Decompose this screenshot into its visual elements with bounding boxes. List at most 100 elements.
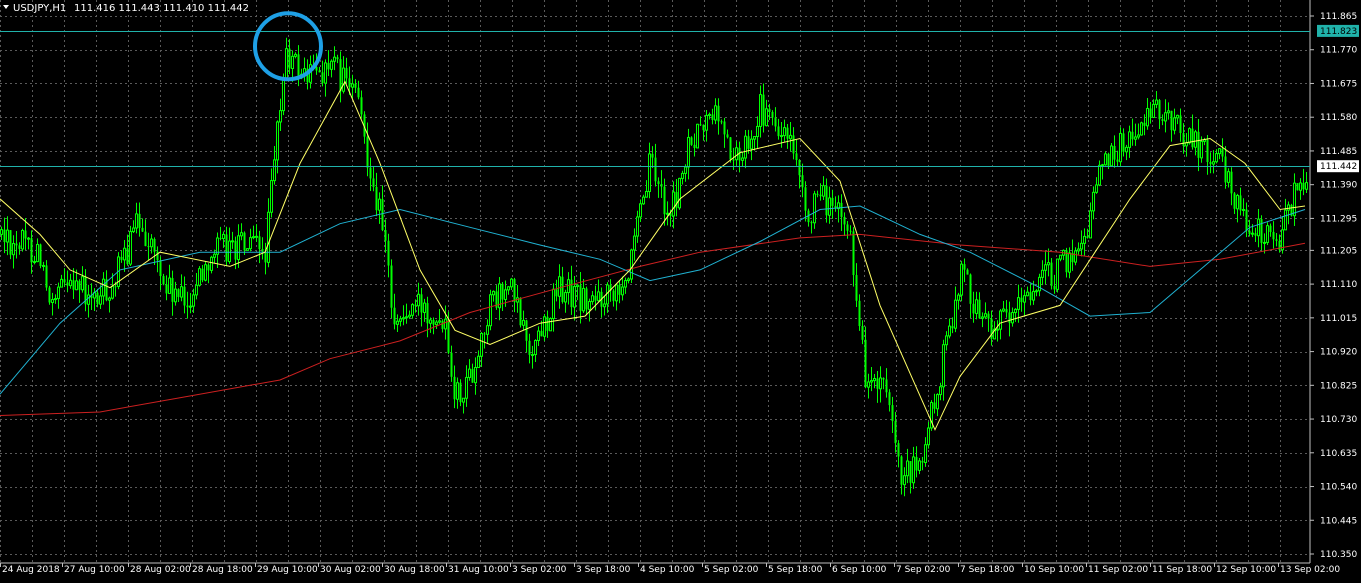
time-tick-label: 3 Sep 02:00 (512, 565, 567, 575)
candle-body-bull (1002, 308, 1005, 312)
candle-body-bear (63, 279, 66, 283)
candle-body-bear (846, 224, 849, 231)
candle-body-bear (909, 461, 912, 483)
candle-body-bear (1296, 183, 1299, 191)
candle-body-bull (57, 286, 60, 300)
candle-body-bull (750, 138, 753, 150)
candle-body-bull (903, 475, 906, 486)
candle-body-bull (741, 157, 744, 161)
candle-body-bear (48, 287, 51, 303)
candle-body-bull (867, 381, 870, 388)
candle-body-bull (636, 216, 639, 237)
candle-body-bear (1269, 225, 1272, 232)
candle-body-bear (594, 295, 597, 301)
candle-body-bear (747, 136, 750, 149)
candle-body-bull (438, 320, 441, 323)
candle-body-bear (1122, 133, 1125, 152)
price-chart[interactable]: 111.865 111.770 111.675 111.580 111.485 111.3… (0, 0, 1361, 583)
candle-body-bear (375, 186, 378, 211)
candle-body-bull (51, 299, 54, 303)
candle-body-bull (195, 284, 198, 296)
time-tick-label: 30 Aug 02:00 (320, 565, 381, 575)
candle-body-bear (387, 240, 390, 266)
candle-body-bull (957, 294, 960, 301)
candle-body-bull (1032, 290, 1035, 301)
candle-body-bull (666, 212, 669, 215)
candle-body-bear (159, 260, 162, 277)
candle-body-bear (726, 134, 729, 138)
candle-body-bear (141, 227, 144, 232)
candle-body-bear (3, 229, 6, 243)
candle-body-bear (1206, 139, 1209, 162)
candle-body-bull (1017, 297, 1020, 310)
candle-body-bull (642, 196, 645, 205)
candle-body-bear (114, 286, 117, 288)
candle-body-bull (582, 287, 585, 312)
candle-body-bull (591, 295, 594, 303)
candle-body-bull (1215, 153, 1218, 163)
price-tick-label: 110.730 (1320, 415, 1357, 425)
candle-body-bull (252, 236, 255, 239)
candle-body-bull (351, 83, 354, 88)
candle-body-bear (372, 178, 375, 187)
candle-body-bear (762, 94, 765, 126)
candle-body-bear (348, 78, 351, 88)
candle-body-bull (534, 340, 537, 356)
candle-body-bull (246, 248, 249, 251)
candle-body-bear (1239, 195, 1242, 211)
candle-body-bull (135, 213, 138, 229)
price-tick-label: 111.865 (1320, 12, 1357, 22)
candle-body-bull (780, 135, 783, 138)
candle-body-bear (810, 222, 813, 224)
candle-body-bull (174, 288, 177, 303)
candle-body-bull (1026, 291, 1029, 297)
candle-body-bull (204, 264, 207, 281)
candle-body-bull (180, 286, 183, 298)
candle-body-bull (54, 298, 57, 301)
candle-body-bear (858, 300, 861, 326)
time-tick-label: 11 Sep 02:00 (1088, 565, 1148, 575)
candle-body-bear (207, 264, 210, 271)
candle-body-bull (870, 380, 873, 383)
candle-body-bear (336, 57, 339, 60)
candle-body-bear (1131, 131, 1134, 140)
candle-body-bear (78, 280, 81, 290)
candle-body-bear (201, 268, 204, 281)
candle-body-bear (915, 456, 918, 471)
candle-body-bull (627, 278, 630, 282)
candle-body-bear (702, 124, 705, 131)
candle-body-bear (1029, 292, 1032, 301)
candle-body-bull (1074, 250, 1077, 263)
candle-body-bear (381, 199, 384, 231)
candle-body-bear (801, 175, 804, 188)
candle-body-bull (783, 127, 786, 137)
candle-body-bear (1161, 119, 1164, 121)
candle-body-bull (1128, 131, 1131, 148)
candle-body-bull (564, 292, 567, 303)
time-tick-label: 5 Sep 02:00 (704, 565, 759, 575)
candle-body-bear (849, 230, 852, 232)
candle-body-bull (828, 197, 831, 216)
candle-body-bull (1194, 131, 1197, 148)
candle-body-bear (1170, 110, 1173, 131)
candle-body-bull (411, 304, 414, 316)
candle-body-bull (198, 268, 201, 286)
candle-body-bull (672, 191, 675, 217)
candle-body-bear (1020, 297, 1023, 303)
candle-body-bull (270, 180, 273, 213)
candle-body-bear (654, 157, 657, 182)
time-tick-label: 4 Sep 10:00 (640, 565, 695, 575)
candle-body-bull (492, 290, 495, 296)
candle-body-bull (435, 321, 438, 326)
price-tick-label: 111.770 (1320, 46, 1357, 56)
candle-body-bull (522, 319, 525, 326)
candle-body-bull (87, 294, 90, 305)
candle-body-bear (321, 72, 324, 84)
price-tick-label: 111.295 (1320, 214, 1357, 224)
candle-body-bear (450, 352, 453, 377)
candle-body-bull (408, 314, 411, 318)
time-tick-label: 27 Aug 10:00 (64, 565, 125, 575)
candle-body-bear (1191, 128, 1194, 148)
candle-body-bear (891, 405, 894, 422)
candle-body-bear (819, 194, 822, 197)
